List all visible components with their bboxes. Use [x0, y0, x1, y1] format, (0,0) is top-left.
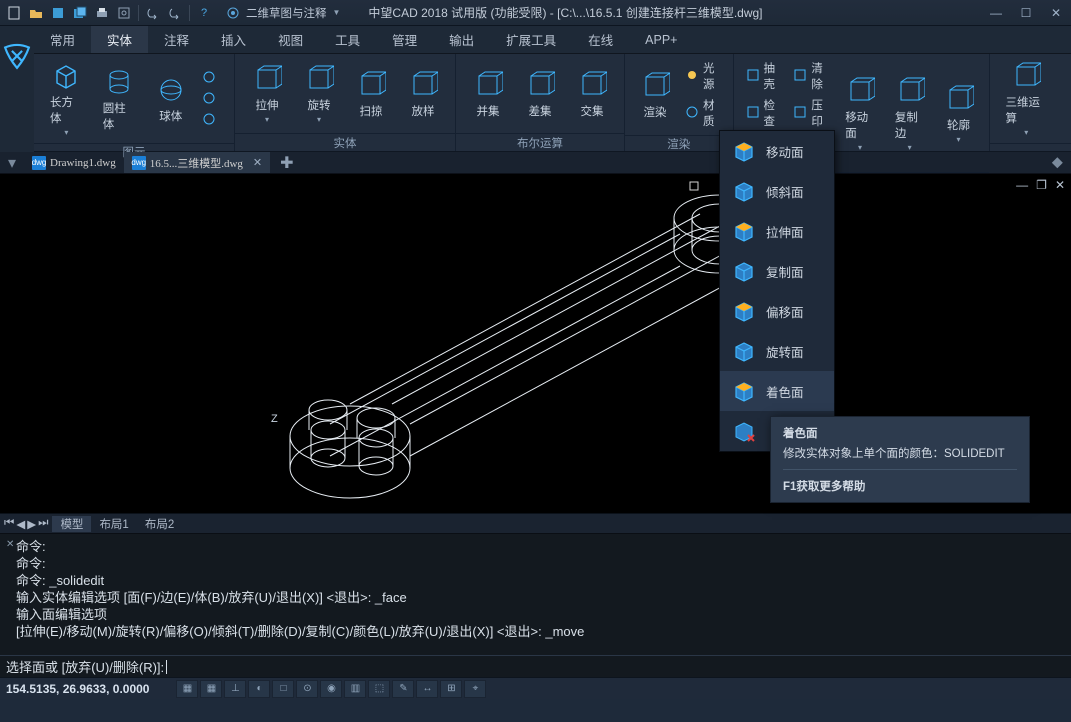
status-toggle[interactable]: ▦	[176, 680, 198, 698]
tooltip: 着色面 修改实体对象上单个面的颜色：SOLIDEDIT F1获取更多帮助	[770, 416, 1030, 503]
status-toggle[interactable]: □	[272, 680, 294, 698]
ribbon: 长方体▾圆柱体球体图元拉伸▾旋转▾扫掠放样实体并集差集交集布尔运算渲染光源材质渲…	[34, 54, 1071, 152]
ribbon-tab[interactable]: 视图	[262, 26, 319, 53]
dropdown-item[interactable]: 移动面	[720, 131, 834, 171]
maximize-button[interactable]: ☐	[1011, 0, 1041, 26]
status-toggle[interactable]: ▥	[344, 680, 366, 698]
ribbon-tab[interactable]: 管理	[376, 26, 433, 53]
workspace-dropdown[interactable]: 二维草图与注释 ▼	[218, 5, 348, 21]
ribbon-button[interactable]: 放样	[399, 67, 447, 121]
ribbon-button[interactable]: 圆柱体	[95, 64, 144, 134]
viewport-close-icon[interactable]: ✕	[1055, 178, 1065, 192]
document-tab[interactable]: dwgDrawing1.dwg	[24, 152, 124, 173]
ribbon-tab[interactable]: APP+	[629, 26, 693, 53]
ribbon-button[interactable]: 轮廓▾	[937, 81, 981, 146]
ribbon-small-button[interactable]: 检查	[742, 95, 786, 131]
layout-tab[interactable]: 布局2	[137, 516, 182, 532]
layout-tab[interactable]: 模型	[52, 516, 91, 532]
ribbon-button[interactable]: 旋转▾	[295, 61, 343, 126]
titlebar: ? 二维草图与注释 ▼ 中望CAD 2018 试用版 (功能受限) - [C:\…	[0, 0, 1071, 26]
layout-first-icon[interactable]: ⏮	[4, 517, 14, 531]
status-toggle[interactable]: ⊥	[224, 680, 246, 698]
ribbon-tab[interactable]: 常用	[34, 26, 91, 53]
layout-tab[interactable]: 布局1	[91, 516, 136, 532]
ribbon-small-button[interactable]	[198, 110, 226, 130]
ribbon-button[interactable]: 并集	[464, 67, 512, 121]
command-history: ✕ 命令:命令:命令: _solidedit输入实体编辑选项 [面(F)/边(E…	[0, 533, 1071, 655]
ribbon-button[interactable]: 拉伸▾	[243, 61, 291, 126]
viewport-minimize-icon[interactable]: —	[1016, 178, 1028, 192]
saveall-icon[interactable]	[72, 5, 88, 21]
dropdown-item[interactable]: 旋转面	[720, 331, 834, 371]
status-toggle[interactable]: ◉	[320, 680, 342, 698]
new-tab-button[interactable]: ✚	[270, 153, 303, 173]
ribbon-small-button[interactable]: 清除	[789, 58, 833, 94]
ribbon-button[interactable]: 曲线▾	[1059, 66, 1071, 131]
help-icon[interactable]: ?	[196, 5, 212, 21]
redo-icon[interactable]	[167, 5, 183, 21]
preview-icon[interactable]	[116, 5, 132, 21]
ribbon-button[interactable]: 复制边▾	[887, 73, 933, 154]
print-icon[interactable]	[94, 5, 110, 21]
ribbon-small-button[interactable]: 抽壳	[742, 58, 786, 94]
ribbon-small-button[interactable]: 光源	[681, 58, 725, 94]
ribbon-tab[interactable]: 扩展工具	[490, 26, 572, 53]
axis-label: Z	[271, 413, 278, 425]
dropdown-item[interactable]: 偏移面	[720, 291, 834, 331]
status-toggle[interactable]: ⌖	[464, 680, 486, 698]
dropdown-item[interactable]: 拉伸面	[720, 211, 834, 251]
chevron-down-icon[interactable]: ▾	[0, 153, 24, 173]
ribbon-tab[interactable]: 在线	[572, 26, 629, 53]
ribbon-button[interactable]: 渲染	[633, 68, 677, 122]
ribbon-button[interactable]: 差集	[516, 67, 564, 121]
minimize-button[interactable]: —	[981, 0, 1011, 26]
layout-last-icon[interactable]: ⏭	[38, 517, 48, 531]
ribbon-button[interactable]: 长方体▾	[42, 58, 91, 139]
document-tab[interactable]: dwg16.5...三维模型.dwg✕	[124, 152, 270, 173]
layout-prev-icon[interactable]: ◀	[16, 517, 25, 531]
status-toggle[interactable]: ↔	[416, 680, 438, 698]
ribbon-button[interactable]: 三维运算▾	[998, 58, 1055, 139]
ribbon-tab[interactable]: 注释	[148, 26, 205, 53]
viewport-restore-icon[interactable]: ❐	[1036, 178, 1047, 192]
command-close-icon[interactable]: ✕	[6, 536, 14, 553]
open-icon[interactable]	[28, 5, 44, 21]
dropdown-item[interactable]: 着色面	[720, 371, 834, 411]
status-toggle[interactable]: ⊞	[440, 680, 462, 698]
close-button[interactable]: ✕	[1041, 0, 1071, 26]
ribbon-tab[interactable]: 工具	[319, 26, 376, 53]
layout-next-icon[interactable]: ▶	[27, 517, 36, 531]
ribbon-tab[interactable]: 实体	[91, 26, 148, 53]
ribbon-tab[interactable]: 插入	[205, 26, 262, 53]
dropdown-item[interactable]: 复制面	[720, 251, 834, 291]
statusbar: 154.5135, 26.9633, 0.0000 ▦▦⊥◐□⊙◉▥⬚✎↔⊞⌖	[0, 677, 1071, 699]
status-toggle[interactable]: ⬚	[368, 680, 390, 698]
ribbon-small-button[interactable]	[198, 68, 226, 88]
ribbon-tabs: 常用实体注释插入视图工具管理输出扩展工具在线APP+ ⌃	[34, 26, 1071, 54]
ribbon-button[interactable]: 移动面▾	[837, 73, 883, 154]
ribbon-button[interactable]: 交集	[568, 67, 616, 121]
ribbon-button[interactable]: 球体	[148, 72, 194, 126]
status-toggle[interactable]: ▦	[200, 680, 222, 698]
undo-icon[interactable]	[145, 5, 161, 21]
ribbon-small-button[interactable]: 压印	[789, 95, 833, 131]
save-icon[interactable]	[50, 5, 66, 21]
layout-tabs: ⏮ ◀ ▶ ⏭ 模型布局1布局2	[0, 513, 1071, 533]
command-input[interactable]: 选择面或 [放弃(U)/删除(R)]:	[0, 655, 1071, 677]
tab-menu-icon[interactable]: ⬥	[1044, 154, 1071, 172]
quick-access-toolbar: ?	[0, 5, 218, 21]
status-toggle[interactable]: ⊙	[296, 680, 318, 698]
new-icon[interactable]	[6, 5, 22, 21]
ribbon-button[interactable]: 扫掠	[347, 67, 395, 121]
status-toggle[interactable]: ✎	[392, 680, 414, 698]
ribbon-small-button[interactable]: 材质	[681, 95, 725, 131]
status-toggle[interactable]: ◐	[248, 680, 270, 698]
window-title: 中望CAD 2018 试用版 (功能受限) - [C:\...\16.5.1 创…	[348, 4, 981, 21]
ribbon-small-button[interactable]	[198, 89, 226, 109]
dropdown-item[interactable]: 倾斜面	[720, 171, 834, 211]
face-edit-dropdown: 移动面 倾斜面 拉伸面 复制面 偏移面 旋转面 着色面	[719, 130, 835, 452]
ribbon-tab[interactable]: 输出	[433, 26, 490, 53]
app-logo[interactable]	[0, 26, 34, 86]
coordinates: 154.5135, 26.9633, 0.0000	[6, 682, 149, 696]
